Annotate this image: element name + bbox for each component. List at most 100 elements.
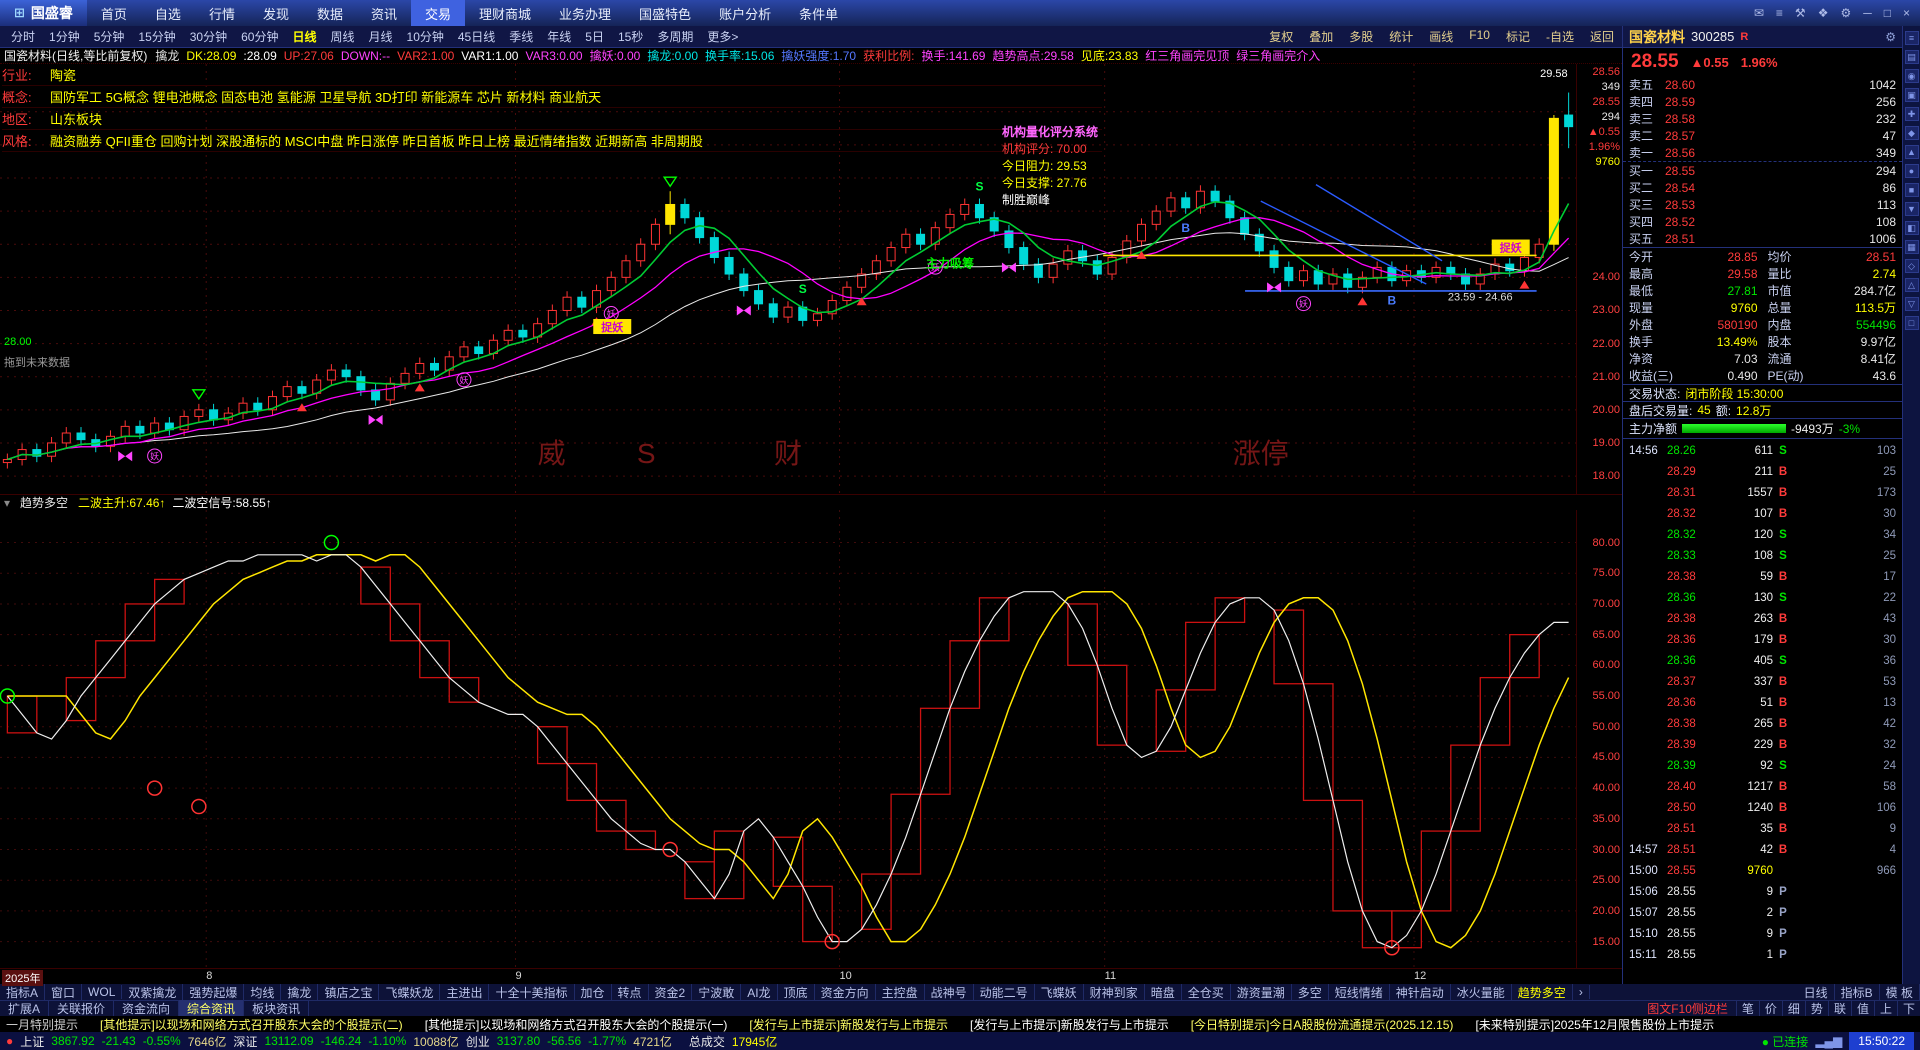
period-item-8[interactable]: 月线 — [362, 28, 400, 45]
indicator-tab-15[interactable]: AI龙 — [741, 984, 778, 1000]
period-item-4[interactable]: 30分钟 — [183, 28, 234, 45]
period-item-6[interactable]: 日线 — [285, 28, 323, 45]
index-name-0[interactable]: 上证 — [20, 1033, 44, 1050]
period-item-14[interactable]: 15秒 — [611, 28, 650, 45]
apps-icon[interactable]: ❖ — [1818, 6, 1829, 20]
indicator-tab-6[interactable]: 擒龙 — [281, 984, 319, 1000]
tools-icon[interactable]: ⚒ — [1795, 6, 1806, 20]
indicator-tab-17[interactable]: 资金方向 — [815, 984, 876, 1000]
news-hint-2[interactable]: [其他提示]以现场和网络方式召开股东大会的个股提示(一) — [425, 1016, 728, 1032]
menu-item-8[interactable]: 业务办理 — [545, 0, 625, 26]
indicator-tab-20[interactable]: 动能二号 — [974, 984, 1035, 1000]
right-strip-icon-3[interactable]: ▣ — [1904, 88, 1919, 102]
indicator-tab-4[interactable]: 强势起爆 — [183, 984, 245, 1000]
menu-item-10[interactable]: 账户分析 — [705, 0, 785, 26]
mini-tab-6[interactable]: 上 — [1873, 1000, 1897, 1017]
right-strip-icon-2[interactable]: ◉ — [1904, 69, 1919, 83]
chart-tool-3[interactable]: 统计 — [1381, 28, 1421, 45]
right-strip-icon-7[interactable]: ● — [1904, 164, 1919, 178]
indicator-tab-5[interactable]: 均线 — [244, 984, 282, 1000]
mini-tab-4[interactable]: 联 — [1827, 1000, 1851, 1017]
f10-sidebar-label[interactable]: 图文F10侧边栏 — [1639, 1000, 1736, 1017]
buy-row-2[interactable]: 买三 28.53 113 — [1629, 196, 1896, 213]
period-item-12[interactable]: 年线 — [540, 28, 578, 45]
close-icon[interactable]: × — [1903, 6, 1910, 20]
sell-row-4[interactable]: 卖一 28.56 349 — [1629, 144, 1896, 161]
menu-item-1[interactable]: 自选 — [141, 0, 195, 26]
indicator-tab-27[interactable]: 短线情绪 — [1329, 984, 1390, 1000]
chart-tool-5[interactable]: F10 — [1461, 28, 1498, 45]
buy-row-4[interactable]: 买五 28.51 1006 — [1629, 230, 1896, 247]
news-hint-4[interactable]: [发行与上市提示]新股发行与上市提示 — [970, 1016, 1169, 1032]
period-item-5[interactable]: 60分钟 — [234, 28, 285, 45]
indicator-tab-18[interactable]: 主控盘 — [876, 984, 925, 1000]
news-hint-3[interactable]: [发行与上市提示]新股发行与上市提示 — [749, 1016, 948, 1032]
sell-row-2[interactable]: 卖三 28.58 232 — [1629, 110, 1896, 127]
indicator-tab-7[interactable]: 镇店之宝 — [318, 984, 380, 1000]
period-item-16[interactable]: 更多> — [700, 28, 745, 45]
period-item-15[interactable]: 多周期 — [650, 28, 700, 45]
indicator-tabs-scroll-arrow[interactable]: › — [1573, 985, 1590, 999]
sell-row-0[interactable]: 卖五 28.60 1042 — [1629, 76, 1896, 93]
indicator-right-tab-1[interactable]: 指标B — [1835, 984, 1880, 1000]
indicator-tab-1[interactable]: 窗口 — [45, 984, 83, 1000]
app-logo[interactable]: ⊞ 国盛睿 — [0, 0, 87, 26]
period-item-7[interactable]: 周线 — [323, 28, 361, 45]
right-strip-icon-14[interactable]: ▽ — [1904, 297, 1919, 311]
right-strip-icon-8[interactable]: ■ — [1904, 183, 1919, 197]
info-tab-2[interactable]: 资金流向 — [114, 1000, 180, 1017]
settings-icon[interactable]: ⚙ — [1840, 6, 1851, 20]
mini-tab-1[interactable]: 价 — [1758, 1000, 1782, 1017]
indicator-tab-3[interactable]: 双紫擒龙 — [122, 984, 184, 1000]
indicator-tab-21[interactable]: 飞蝶妖 — [1035, 984, 1084, 1000]
info-tab-3[interactable]: 综合资讯 — [179, 1000, 245, 1017]
period-item-3[interactable]: 15分钟 — [131, 28, 182, 45]
indicator-tab-26[interactable]: 多空 — [1292, 984, 1329, 1000]
tick-list[interactable]: 14:56 28.26 611 S 103 28.29 211 B 25 28.31 1557 B 17… — [1623, 438, 1902, 984]
mini-tab-2[interactable]: 细 — [1781, 1000, 1805, 1017]
kline-chart[interactable]: 行业: 陶瓷 概念: 国防军工 5G概念 锂电池概念 固态电池 氢能源 卫星导航 3D… — [0, 64, 1576, 494]
chart-tool-6[interactable]: 标记 — [1498, 28, 1538, 45]
menu-item-5[interactable]: 资讯 — [357, 0, 411, 26]
mini-tab-3[interactable]: 势 — [1804, 1000, 1828, 1017]
chart-tool-2[interactable]: 多股 — [1341, 28, 1381, 45]
sell-row-3[interactable]: 卖二 28.57 47 — [1629, 127, 1896, 144]
period-item-9[interactable]: 10分钟 — [400, 28, 451, 45]
right-strip-icon-5[interactable]: ◆ — [1904, 126, 1919, 140]
indicator-tab-23[interactable]: 暗盘 — [1145, 984, 1182, 1000]
indicator-right-tab-2[interactable]: 模 板 — [1880, 984, 1920, 1000]
right-strip-icon-15[interactable]: □ — [1904, 316, 1919, 330]
chart-tool-7[interactable]: -自选 — [1538, 28, 1582, 45]
chart-tool-4[interactable]: 画线 — [1421, 28, 1461, 45]
mini-tab-7[interactable]: 下 — [1896, 1000, 1920, 1017]
menu-icon[interactable]: ≡ — [1776, 6, 1783, 20]
menu-item-6[interactable]: 交易 — [411, 0, 466, 26]
info-tab-1[interactable]: 关联报价 — [49, 1000, 115, 1017]
indicator-tab-22[interactable]: 财神到家 — [1084, 984, 1145, 1000]
right-strip-icon-12[interactable]: ◇ — [1904, 259, 1919, 273]
indicator-tab-2[interactable]: WOL — [82, 985, 123, 999]
indicator-tab-28[interactable]: 神针启动 — [1390, 984, 1451, 1000]
news-hint-6[interactable]: [未来特别提示]2025年12月限售股份上市提示 — [1475, 1016, 1714, 1032]
index-name-2[interactable]: 创业 — [466, 1033, 490, 1050]
right-strip-icon-9[interactable]: ▼ — [1904, 202, 1919, 216]
buy-row-1[interactable]: 买二 28.54 86 — [1629, 179, 1896, 196]
right-strip-icon-13[interactable]: △ — [1904, 278, 1919, 292]
indicator-tab-8[interactable]: 飞蝶妖龙 — [379, 984, 441, 1000]
indicator-tab-16[interactable]: 顶底 — [778, 984, 815, 1000]
info-tab-0[interactable]: 扩展A — [0, 1000, 50, 1017]
right-strip-icon-6[interactable]: ▲ — [1904, 145, 1919, 159]
mini-tab-5[interactable]: 值 — [1850, 1000, 1874, 1017]
indicator-tab-24[interactable]: 全仓买 — [1182, 984, 1231, 1000]
chart-tool-0[interactable]: 复权 — [1261, 28, 1301, 45]
mini-tab-0[interactable]: 笔 — [1735, 1000, 1759, 1017]
buy-row-0[interactable]: 买一 28.55 294 — [1629, 162, 1896, 179]
right-strip-icon-4[interactable]: ✚ — [1904, 107, 1919, 121]
menu-item-9[interactable]: 国盛特色 — [625, 0, 705, 26]
indicator-tab-11[interactable]: 加仓 — [575, 984, 612, 1000]
drag-future-hint[interactable]: 拖到未来数据 — [4, 354, 70, 370]
menu-item-7[interactable]: 理财商城 — [465, 0, 545, 26]
period-item-11[interactable]: 季线 — [502, 28, 540, 45]
right-strip-icon-0[interactable]: ≡ — [1904, 31, 1919, 45]
trend-chart[interactable] — [0, 510, 1576, 968]
